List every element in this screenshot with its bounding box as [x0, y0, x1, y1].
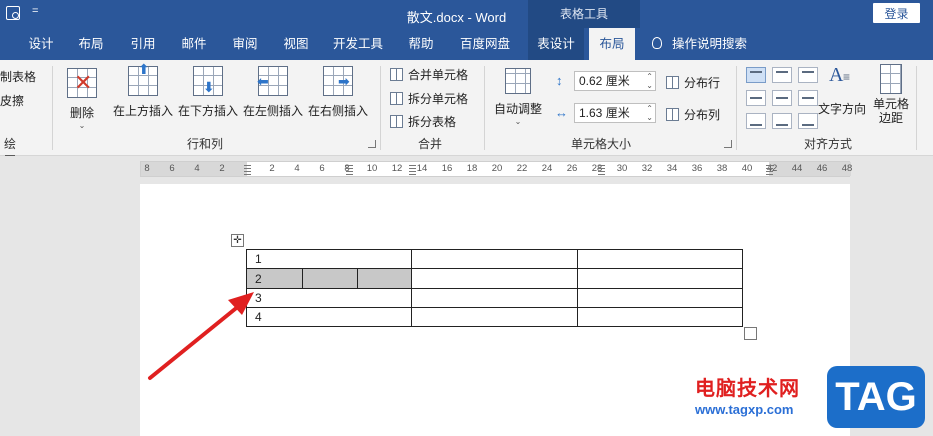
tag-logo: TAG: [827, 366, 925, 428]
annotation-arrow: [148, 292, 254, 380]
watermark-text: 电脑技术网: [695, 378, 800, 400]
watermark-url: www.tagxp.com: [695, 402, 794, 417]
